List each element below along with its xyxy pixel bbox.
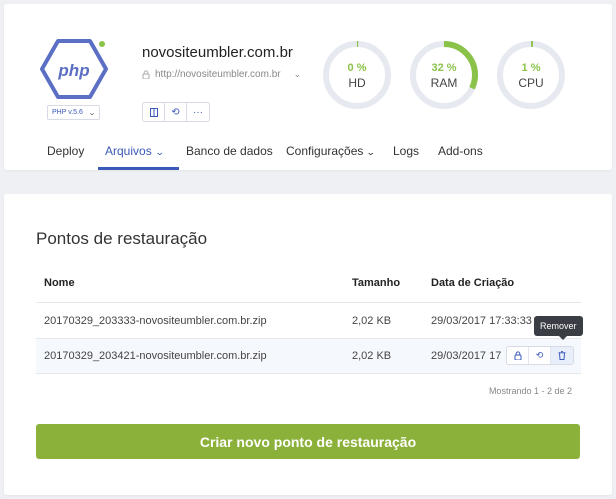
tab-banco-de-dados[interactable]: Banco de dados — [186, 144, 273, 170]
gauge-value: 32 % — [431, 62, 457, 74]
site-name: novositeumbler.com.br — [142, 44, 293, 61]
lock-button[interactable] — [507, 347, 529, 364]
chevron-down-icon: ⌄ — [154, 147, 165, 157]
site-actions: ⟲ ··· — [142, 102, 210, 122]
table-row[interactable]: 20170329_203421-novositeumbler.com.br.zi… — [36, 339, 581, 373]
column-header-size: Tamanho — [352, 277, 401, 289]
restore-points-card: Pontos de restauração Nome Tamanho Data … — [4, 194, 612, 495]
gauge-label: HD — [348, 76, 366, 90]
gauge-ring — [410, 41, 478, 109]
table-row[interactable]: 20170329_203333-novositeumbler.com.br.zi… — [36, 304, 581, 338]
columns-icon — [149, 107, 158, 117]
trash-icon — [558, 351, 566, 360]
gauge-ram: 32 % RAM — [409, 40, 479, 110]
tab-label: Arquivos — [105, 144, 152, 158]
restart-button[interactable]: ⟲ — [165, 103, 187, 121]
divider — [36, 373, 581, 374]
gauge-hd: 0 % HD — [322, 40, 392, 110]
active-tab-indicator — [98, 167, 179, 170]
section-title: Pontos de restauração — [36, 229, 208, 248]
gauge-label: CPU — [518, 76, 544, 90]
site-url-text: http://novositeumbler.com.br — [155, 69, 281, 80]
tab-configuracoes[interactable]: Configurações ⌄ — [286, 144, 377, 170]
file-name: 20170329_203333-novositeumbler.com.br.zi… — [44, 315, 267, 327]
site-header-card: php PHP v.5.6 ⌄ novositeumbler.com.br ht… — [4, 4, 612, 170]
gauge-value: 0 % — [347, 62, 367, 74]
tab-logs[interactable]: Logs — [393, 144, 419, 170]
gauge-value: 1 % — [521, 62, 541, 74]
file-name: 20170329_203421-novositeumbler.com.br.zi… — [44, 350, 267, 362]
divider — [36, 302, 581, 303]
chevron-down-icon: ⌄ — [293, 69, 302, 79]
tab-deploy[interactable]: Deploy — [47, 144, 84, 170]
php-logo: php — [40, 39, 108, 99]
pagination-info: Mostrando 1 - 2 de 2 — [488, 386, 572, 396]
tab-add-ons[interactable]: Add-ons — [438, 144, 483, 170]
restore-icon: ⟲ — [535, 350, 544, 360]
column-header-name: Nome — [44, 277, 75, 289]
restore-button[interactable]: ⟲ — [529, 347, 551, 364]
delete-button[interactable] — [551, 347, 573, 364]
file-date: 29/03/2017 17:33:33 — [431, 315, 532, 327]
tab-label: Configurações — [286, 144, 364, 158]
php-version-value: PHP v.5.6 — [52, 109, 83, 116]
gauge-label: RAM — [430, 76, 458, 90]
gauge-cpu: 1 % CPU — [496, 40, 566, 110]
chevron-down-icon: ⌄ — [366, 147, 377, 157]
file-size: 2,02 KB — [352, 315, 392, 327]
php-logo-text: php — [57, 61, 89, 80]
lock-icon — [142, 70, 150, 79]
lock-icon — [514, 351, 521, 360]
file-size: 2,02 KB — [352, 350, 392, 362]
gauge-ring — [497, 41, 565, 109]
status-dot — [99, 41, 105, 47]
remove-tooltip: Remover — [534, 316, 583, 340]
gauge-ring — [323, 41, 391, 109]
row-actions: ⟲ — [506, 346, 574, 365]
columns-button[interactable] — [143, 103, 165, 121]
restart-icon: ⟲ — [171, 106, 180, 118]
more-button[interactable]: ··· — [187, 103, 209, 121]
chevron-down-icon: ⌄ — [87, 109, 96, 117]
file-date: 29/03/2017 17:34:21 — [431, 350, 501, 362]
create-restore-point-button[interactable]: Criar novo ponto de restauração — [36, 424, 580, 459]
php-version-select[interactable]: PHP v.5.6 ⌄ — [47, 105, 100, 120]
more-icon: ··· — [193, 106, 203, 118]
site-url-select[interactable]: http://novositeumbler.com.br ⌄ — [142, 69, 301, 80]
column-header-date: Data de Criação — [431, 277, 515, 289]
